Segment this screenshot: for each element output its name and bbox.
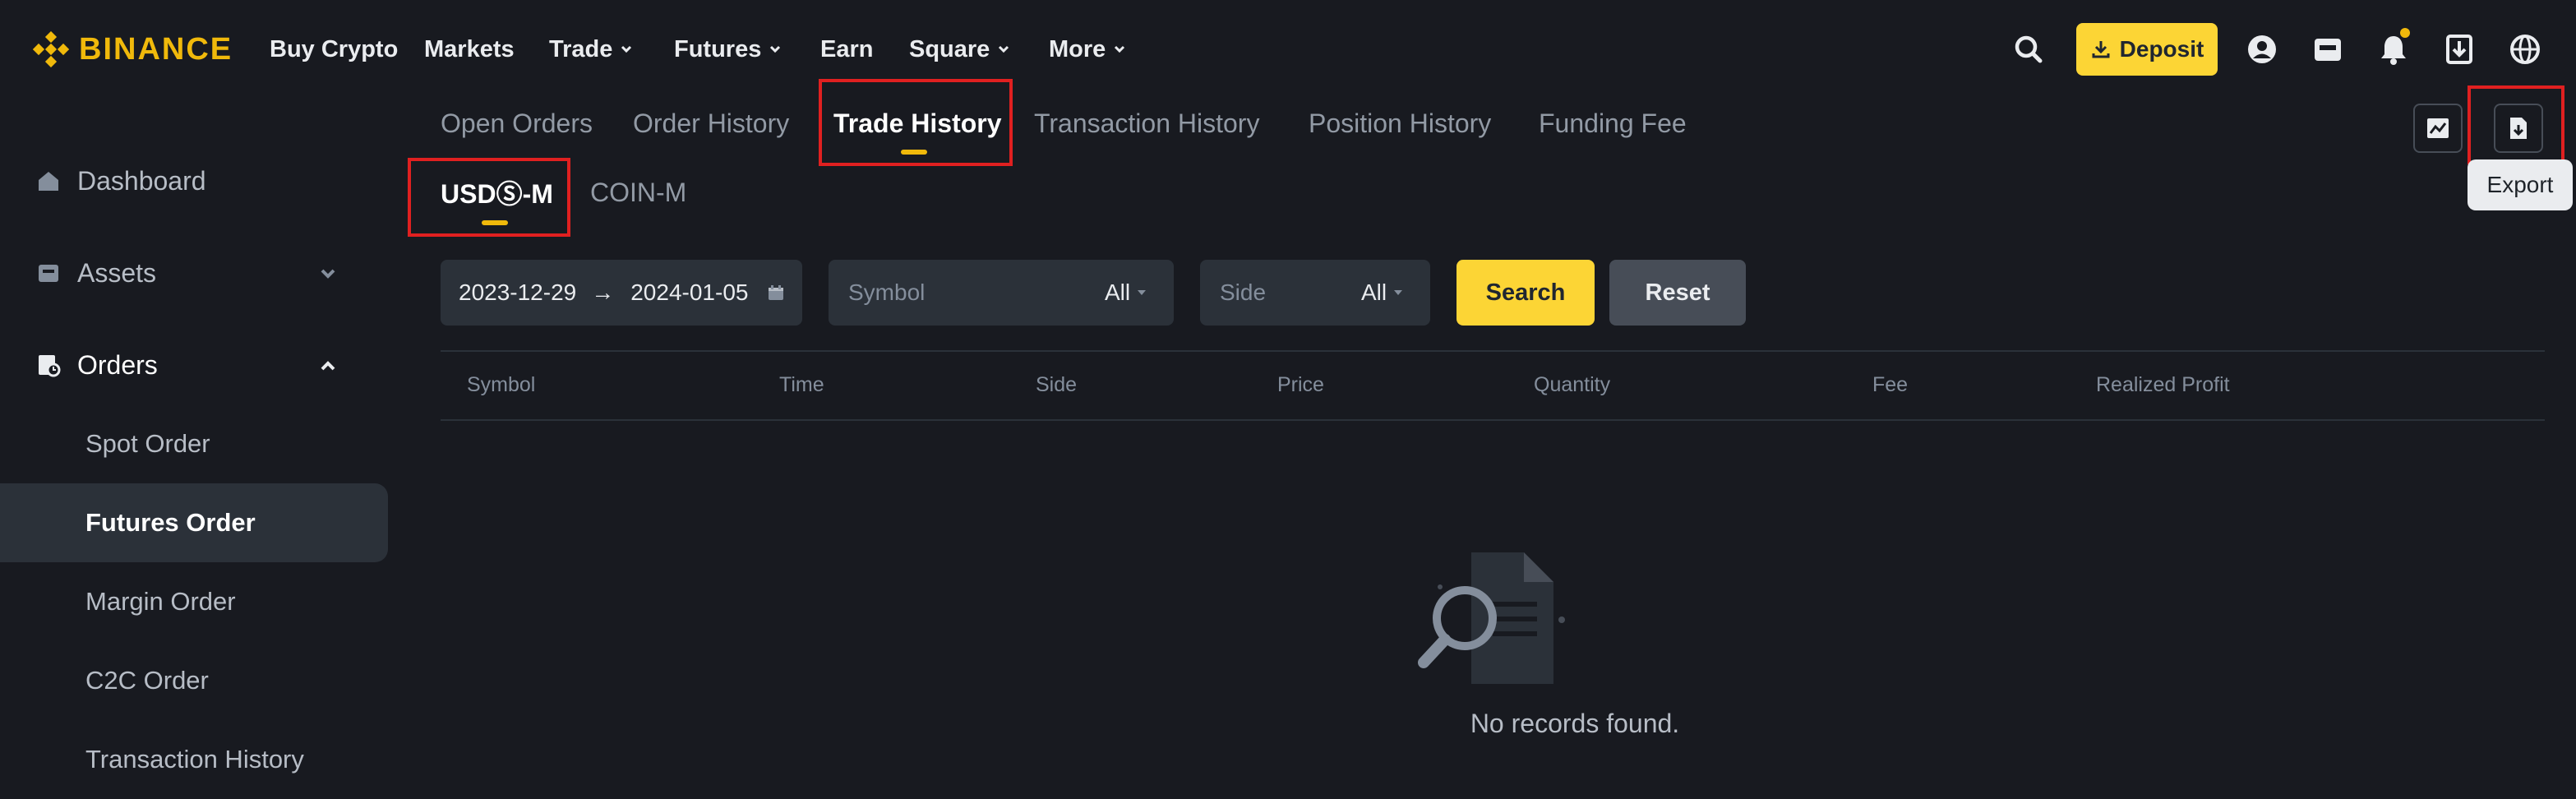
tooltip-label: Export	[2486, 172, 2554, 197]
binance-logo-icon	[33, 31, 69, 67]
tab-funding-fee[interactable]: Funding Fee	[1539, 99, 1687, 148]
sidebar-item-c2c-order[interactable]: C2C Order	[0, 641, 388, 720]
sidebar-item-label: Assets	[77, 257, 157, 288]
tab-coin-m[interactable]: COIN-M	[590, 168, 686, 217]
chevron-down-icon	[1115, 45, 1125, 53]
nav-futures[interactable]: Futures	[674, 31, 782, 67]
column-header-price[interactable]: Price	[1277, 373, 1324, 397]
symbol-value: All	[1105, 279, 1131, 305]
nav-label: Square	[909, 35, 990, 62]
highlight-box	[408, 158, 570, 237]
tab-label: Transaction History	[1034, 108, 1260, 138]
chevron-down-icon	[770, 45, 781, 53]
search-icon[interactable]	[2006, 26, 2052, 72]
sidebar-item-label: Margin Order	[85, 587, 236, 616]
chevron-up-icon[interactable]	[316, 353, 340, 378]
date-arrow: →	[591, 279, 615, 305]
tab-transaction-history[interactable]: Transaction History	[1034, 99, 1259, 148]
nav-earn[interactable]: Earn	[820, 31, 873, 67]
deposit-label: Deposit	[2119, 36, 2204, 62]
nav-label: Markets	[424, 35, 515, 62]
column-header-quantity[interactable]: Quantity	[1534, 373, 1610, 397]
nav-buy-crypto[interactable]: Buy Crypto	[270, 31, 398, 67]
tab-label: Funding Fee	[1539, 108, 1687, 138]
sidebar-item-dashboard[interactable]: Dashboard	[0, 141, 388, 220]
nav-label: Trade	[549, 35, 613, 62]
search-button[interactable]: Search	[1457, 260, 1595, 326]
symbol-placeholder: Symbol	[848, 279, 926, 305]
no-records-icon	[1418, 552, 1565, 684]
nav-label: Buy Crypto	[270, 35, 399, 62]
nav-label: Earn	[820, 35, 874, 62]
export-tooltip: Export	[2468, 159, 2573, 210]
globe-icon[interactable]	[2502, 26, 2548, 72]
sidebar-item-label: Orders	[77, 349, 158, 380]
tab-label: Position History	[1309, 108, 1492, 138]
tab-label: Order History	[633, 108, 790, 138]
column-header-symbol[interactable]: Symbol	[467, 373, 535, 397]
nav-markets[interactable]: Markets	[424, 31, 515, 67]
column-header-fee[interactable]: Fee	[1872, 373, 1908, 397]
wallet-icon	[39, 265, 58, 282]
date-start[interactable]: 2023-12-29	[459, 279, 576, 306]
highlight-box	[819, 79, 1013, 166]
reset-button[interactable]: Reset	[1609, 260, 1746, 326]
tab-open-orders[interactable]: Open Orders	[441, 99, 593, 148]
nav-more[interactable]: More	[1049, 31, 1127, 67]
deposit-button[interactable]: Deposit	[2076, 23, 2218, 76]
notification-badge	[2400, 28, 2410, 38]
chevron-down-icon	[999, 45, 1009, 53]
sidebar-item-label: C2C Order	[85, 666, 209, 695]
binance-logo[interactable]: BINANCE	[33, 26, 233, 72]
calendar-icon	[769, 285, 784, 300]
chart-icon	[2427, 118, 2449, 138]
download-app-icon[interactable]	[2436, 26, 2482, 72]
side-placeholder: Side	[1220, 279, 1267, 305]
sidebar-item-margin-order[interactable]: Margin Order	[0, 562, 388, 641]
table-top-divider	[441, 350, 2545, 352]
empty-state-text: No records found.	[1470, 709, 1680, 738]
column-header-time[interactable]: Time	[779, 373, 824, 397]
column-header-side[interactable]: Side	[1036, 373, 1077, 397]
orders-icon	[39, 355, 61, 377]
download-icon	[2092, 41, 2110, 58]
date-end[interactable]: 2024-01-05	[630, 279, 748, 306]
chevron-down-icon	[621, 45, 632, 53]
tab-position-history[interactable]: Position History	[1309, 99, 1491, 148]
highlight-box	[2468, 85, 2564, 164]
sidebar-item-transaction-history[interactable]: Transaction History	[0, 720, 388, 799]
nav-label: More	[1049, 35, 1106, 62]
sidebar-item-spot-order[interactable]: Spot Order	[0, 404, 388, 483]
side-value: All	[1361, 279, 1387, 305]
chevron-down-icon[interactable]	[316, 261, 340, 286]
sidebar-item-label: Futures Order	[85, 508, 256, 537]
top-navbar: BINANCE Buy Crypto Markets Trade Futures…	[0, 0, 2576, 99]
sidebar-item-label: Transaction History	[85, 745, 304, 774]
nav-label: Futures	[674, 35, 762, 62]
chart-button[interactable]	[2413, 104, 2463, 153]
sidebar-item-label: Spot Order	[85, 429, 210, 458]
user-icon[interactable]	[2239, 26, 2285, 72]
tab-label: COIN-M	[590, 177, 687, 207]
date-range-picker[interactable]: 2023-12-29 → 2024-01-05	[441, 260, 802, 326]
table-header-divider	[441, 419, 2545, 421]
nav-square[interactable]: Square	[909, 31, 1011, 67]
wallet-icon[interactable]	[2305, 26, 2351, 72]
tab-order-history[interactable]: Order History	[633, 99, 789, 148]
home-icon	[39, 172, 58, 191]
symbol-select[interactable]: Symbol All	[829, 260, 1174, 326]
caret-down-icon	[1394, 290, 1403, 295]
sidebar-item-label: Dashboard	[77, 165, 206, 196]
nav-trade[interactable]: Trade	[549, 31, 634, 67]
caret-down-icon	[1138, 290, 1147, 295]
button-label: Search	[1485, 279, 1566, 306]
side-select[interactable]: Side All	[1200, 260, 1430, 326]
sidebar-item-futures-order[interactable]: Futures Order	[0, 483, 388, 562]
column-header-realized-profit[interactable]: Realized Profit	[2096, 373, 2230, 397]
button-label: Reset	[1645, 279, 1710, 306]
brand-name: BINANCE	[79, 31, 233, 67]
tab-label: Open Orders	[441, 108, 593, 138]
